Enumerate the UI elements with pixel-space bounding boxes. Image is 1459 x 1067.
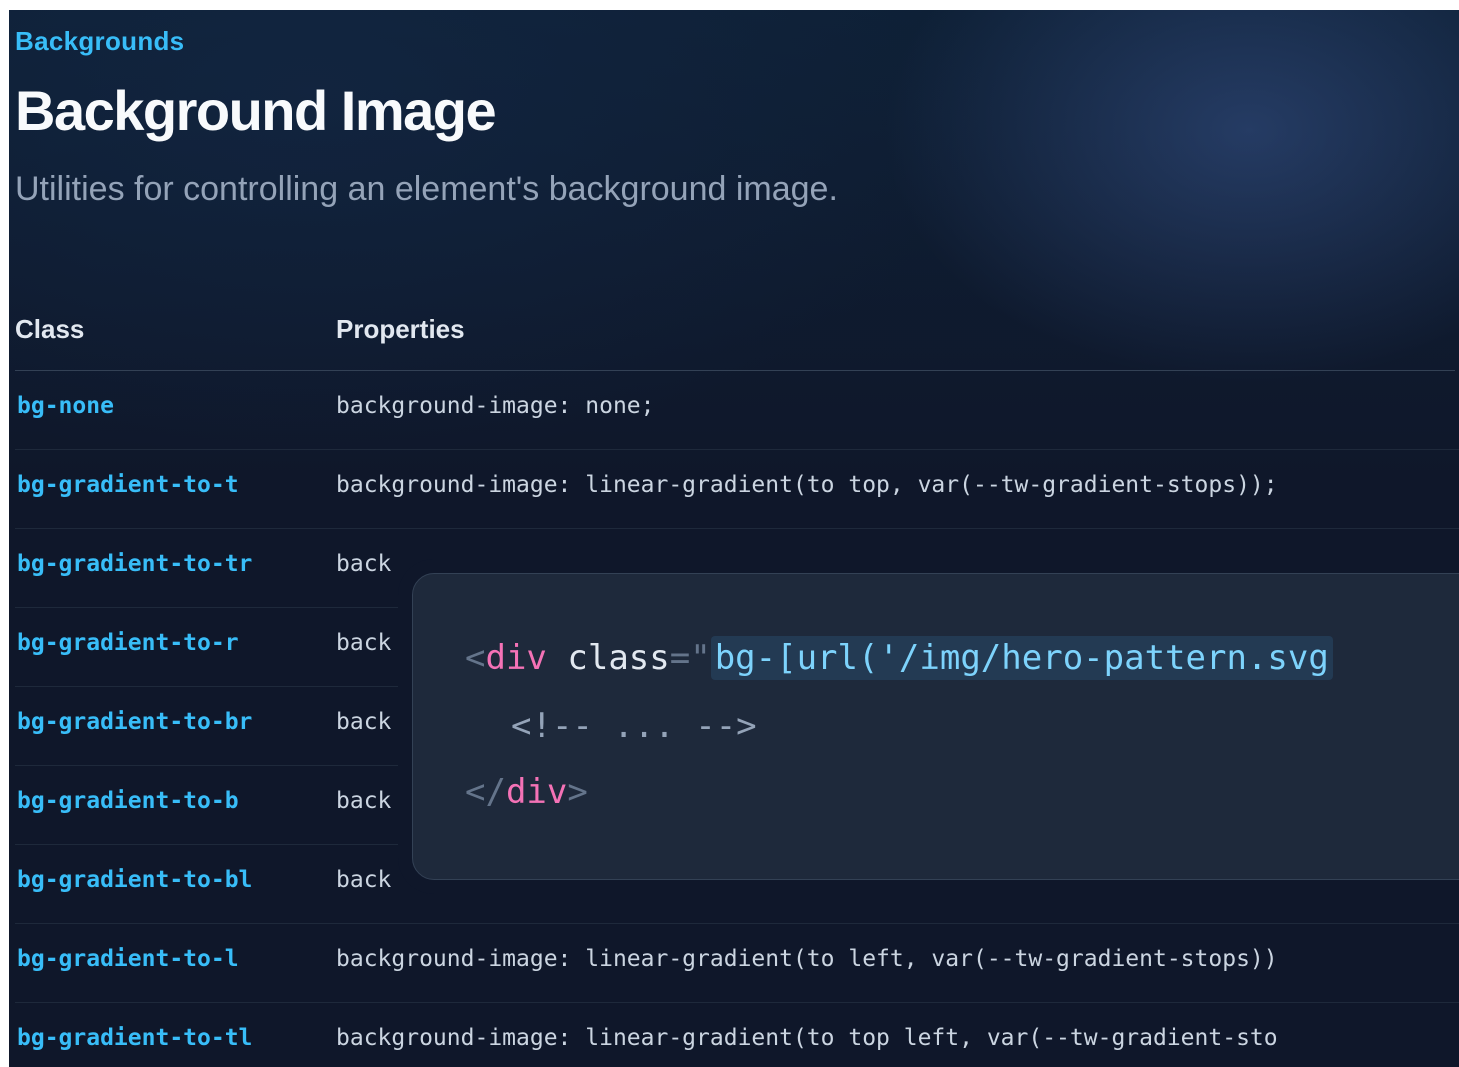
page-title: Background Image	[15, 79, 497, 142]
code-example-panel[interactable]: <div class=" bg-[url('/img/hero-pattern.s…	[412, 573, 1459, 880]
table-row: bg-gradient-to-l background-image: linea…	[15, 924, 1459, 1003]
code-line-close-tag: </div>	[465, 772, 588, 812]
class-cell: bg-none	[17, 393, 114, 419]
properties-cell: background-image: linear-gradient(to lef…	[336, 946, 1278, 972]
code-line-comment: <!-- ... -->	[511, 706, 757, 746]
code-punct: <	[465, 638, 486, 678]
table-header: Class Properties	[15, 314, 1455, 371]
code-tag-name: div	[505, 772, 568, 812]
code-tag-name: div	[485, 638, 547, 678]
class-cell: bg-gradient-to-tr	[17, 551, 253, 577]
class-cell: bg-gradient-to-bl	[17, 867, 253, 893]
section-eyebrow[interactable]: Backgrounds	[15, 26, 184, 57]
column-header-class: Class	[15, 314, 85, 344]
page-lead: Utilities for controlling an element's b…	[15, 170, 838, 208]
class-cell: bg-gradient-to-tl	[17, 1025, 253, 1051]
properties-cell: background-image: linear-gradient(to top…	[336, 1025, 1278, 1051]
code-punct: =	[669, 638, 691, 678]
properties-cell: back	[336, 867, 392, 893]
code-punct: </	[465, 772, 506, 812]
code-punct: >	[567, 772, 588, 812]
code-attr-value: bg-[url('/img/hero-pattern.svg	[710, 636, 1333, 680]
properties-cell: background-image: linear-gradient(to top…	[336, 472, 1278, 498]
table-row: bg-none background-image: none;	[15, 371, 1459, 450]
column-header-properties: Properties	[336, 314, 465, 344]
table-row: bg-gradient-to-tl background-image: line…	[15, 1003, 1459, 1067]
class-cell: bg-gradient-to-r	[17, 630, 239, 656]
code-punct: "	[690, 638, 711, 678]
class-cell: bg-gradient-to-b	[17, 788, 239, 814]
table-row: bg-gradient-to-t background-image: linea…	[15, 450, 1459, 529]
properties-cell: back	[336, 551, 392, 577]
properties-cell: back	[336, 788, 392, 814]
properties-cell: background-image: none;	[336, 393, 655, 419]
code-line-open-tag: <div class=" bg-[url('/img/hero-pattern.s…	[465, 636, 1333, 680]
docs-page: Backgrounds Background Image Utilities f…	[9, 10, 1459, 1067]
class-cell: bg-gradient-to-l	[17, 946, 239, 972]
class-cell: bg-gradient-to-t	[17, 472, 239, 498]
properties-cell: back	[336, 630, 392, 656]
code-attr-name: class	[546, 638, 670, 678]
properties-cell: back	[336, 709, 392, 735]
class-cell: bg-gradient-to-br	[17, 709, 253, 735]
